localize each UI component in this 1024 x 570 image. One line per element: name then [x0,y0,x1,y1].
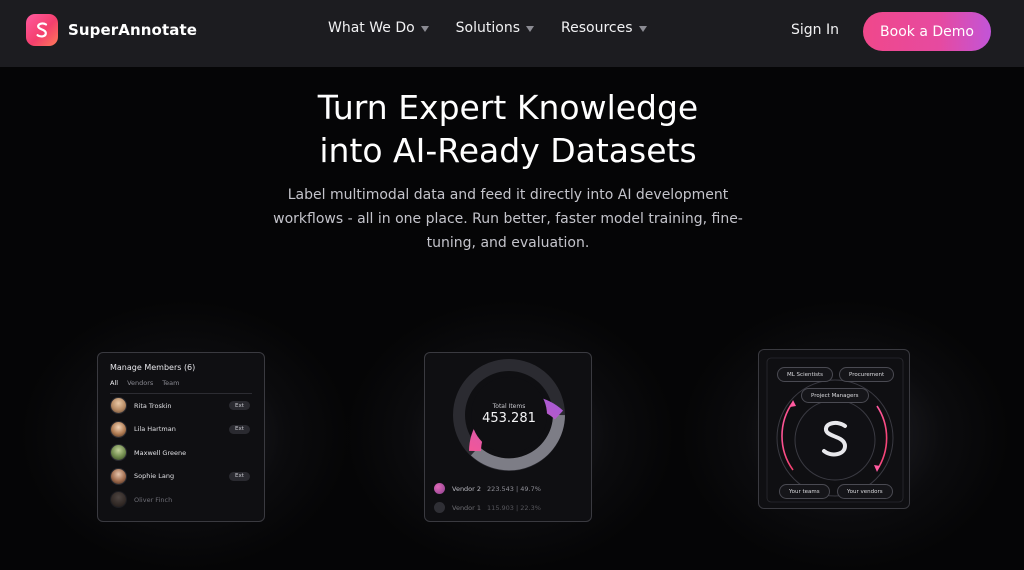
vendor-color-dot [434,502,445,513]
superannotate-logo-icon[interactable] [26,14,58,46]
vendor-value: 223.543 | 49.7% [487,484,541,493]
menu-what-we-do-label: What We Do [328,20,415,36]
vendor-name: Vendor 1 [452,503,482,512]
hero-subtitle: Label multimodal data and feed it direct… [273,187,743,251]
tab-all[interactable]: All [110,379,118,387]
menu-solutions-label: Solutions [455,20,520,36]
avatar [110,420,127,438]
role-pill: Procurement [839,367,895,382]
vendor-name: Vendor 2 [452,484,482,493]
tab-team[interactable]: Team [162,379,179,387]
menu-resources[interactable]: Resources [561,20,647,36]
member-name: Lila Hartman [134,425,176,434]
tab-vendors[interactable]: Vendors [127,379,153,387]
avatar [110,467,127,485]
member-name: Oliver Finch [134,495,173,504]
menu-solutions[interactable]: Solutions [456,20,534,36]
brand-name[interactable]: SuperAnnotate [68,21,197,39]
member-name: Sophie Lang [134,472,175,481]
caret-down-icon [420,26,429,32]
caret-down-icon [526,26,534,32]
ext-badge: Ext [229,471,250,481]
hero-title-line-1: Turn Expert Knowledge [317,88,699,127]
member-row: Maxwell Greene [110,441,264,465]
avatar [110,491,127,509]
book-demo-button[interactable]: Book a Demo [863,12,991,51]
menu-resources-label: Resources [561,20,633,36]
member-row: Rita Troskin Ext [110,394,264,418]
role-pill: ML Scientists [777,367,834,382]
total-items-value: 453.281 [482,411,536,426]
member-row: Oliver Finch [110,488,264,512]
ext-badge: Ext [229,424,250,434]
member-row: Sophie Lang Ext [110,465,264,489]
total-items-card: Total Items 453.281 Vendor 2 223.543 | 4… [424,352,592,522]
avatar [110,397,127,415]
role-pill: Project Managers [801,388,869,403]
members-card-title: Manage Members (6) [110,363,196,372]
workflow-card: ML Scientists Procurement Project Manage… [758,349,910,509]
caret-down-icon [638,26,647,32]
vendor-color-dot [434,483,445,494]
member-name: Maxwell Greene [134,448,187,457]
member-name: Rita Troskin [134,401,172,410]
brand[interactable]: SuperAnnotate [26,14,197,46]
hero-title-line-2: into AI-Ready Datasets [319,131,697,170]
main-menu: What We Do Solutions Resources [328,20,674,36]
vendor-row: Vendor 1 115.903 | 22.3% [434,502,541,513]
orbit-arc-right [876,405,888,471]
sign-in-link[interactable]: Sign In [791,22,839,38]
top-nav: SuperAnnotate What We Do Solutions Resou… [0,0,1024,67]
orbit-arc-left [781,401,794,471]
members-tabs: All Vendors Team [110,379,264,387]
ext-badge: Ext [229,401,250,411]
avatar [110,444,127,462]
member-row: Lila Hartman Ext [110,418,264,442]
arrow-down-icon [874,465,880,472]
vendor-value: 115.903 | 22.3% [487,503,541,512]
total-items-label: Total Items [492,403,526,410]
vendor-row: Vendor 2 223.543 | 49.7% [434,483,541,494]
hero-title: Turn Expert Knowledge into AI-Ready Data… [0,86,1016,172]
manage-members-card: Manage Members (6) All Vendors Team Rita… [97,352,265,522]
menu-what-we-do[interactable]: What We Do [328,20,429,36]
role-pill: Your vendors [837,484,893,499]
role-pill: Your teams [779,484,830,499]
